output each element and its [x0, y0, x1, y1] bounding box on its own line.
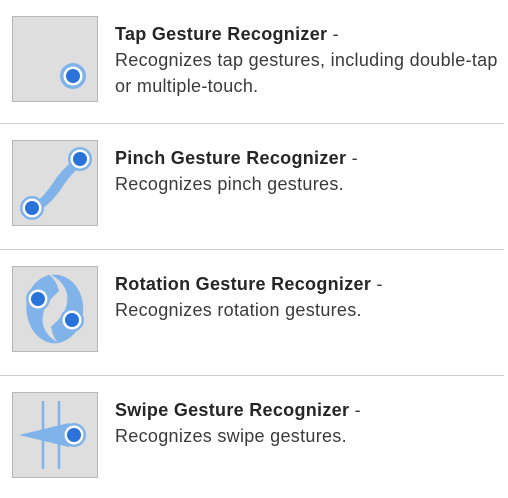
- item-description: Recognizes tap gestures, including doubl…: [115, 50, 498, 96]
- title-separator: -: [354, 400, 361, 420]
- library-item-rotation-gesture-recognizer[interactable]: Rotation Gesture Recognizer - Recognizes…: [0, 250, 504, 376]
- title-separator: -: [351, 148, 358, 168]
- library-item-pinch-gesture-recognizer[interactable]: Pinch Gesture Recognizer - Recognizes pi…: [0, 124, 504, 250]
- tap-gesture-icon: [12, 16, 98, 102]
- title-separator: -: [332, 24, 339, 44]
- library-item-swipe-gesture-recognizer[interactable]: Swipe Gesture Recognizer - Recognizes sw…: [0, 376, 504, 498]
- item-title: Rotation Gesture Recognizer: [115, 274, 372, 294]
- item-description: Recognizes pinch gestures.: [115, 174, 344, 194]
- item-title: Swipe Gesture Recognizer: [115, 400, 350, 420]
- item-description: Recognizes swipe gestures.: [115, 426, 347, 446]
- library-item-tap-gesture-recognizer[interactable]: Tap Gesture Recognizer - Recognizes tap …: [0, 0, 504, 126]
- item-title: Pinch Gesture Recognizer: [115, 148, 347, 168]
- pinch-gesture-icon: [12, 140, 98, 226]
- swipe-gesture-icon: [12, 392, 98, 478]
- rotation-gesture-icon: [12, 266, 98, 352]
- item-description: Recognizes rotation gestures.: [115, 300, 362, 320]
- title-separator: -: [376, 274, 383, 294]
- item-title: Tap Gesture Recognizer: [115, 24, 328, 44]
